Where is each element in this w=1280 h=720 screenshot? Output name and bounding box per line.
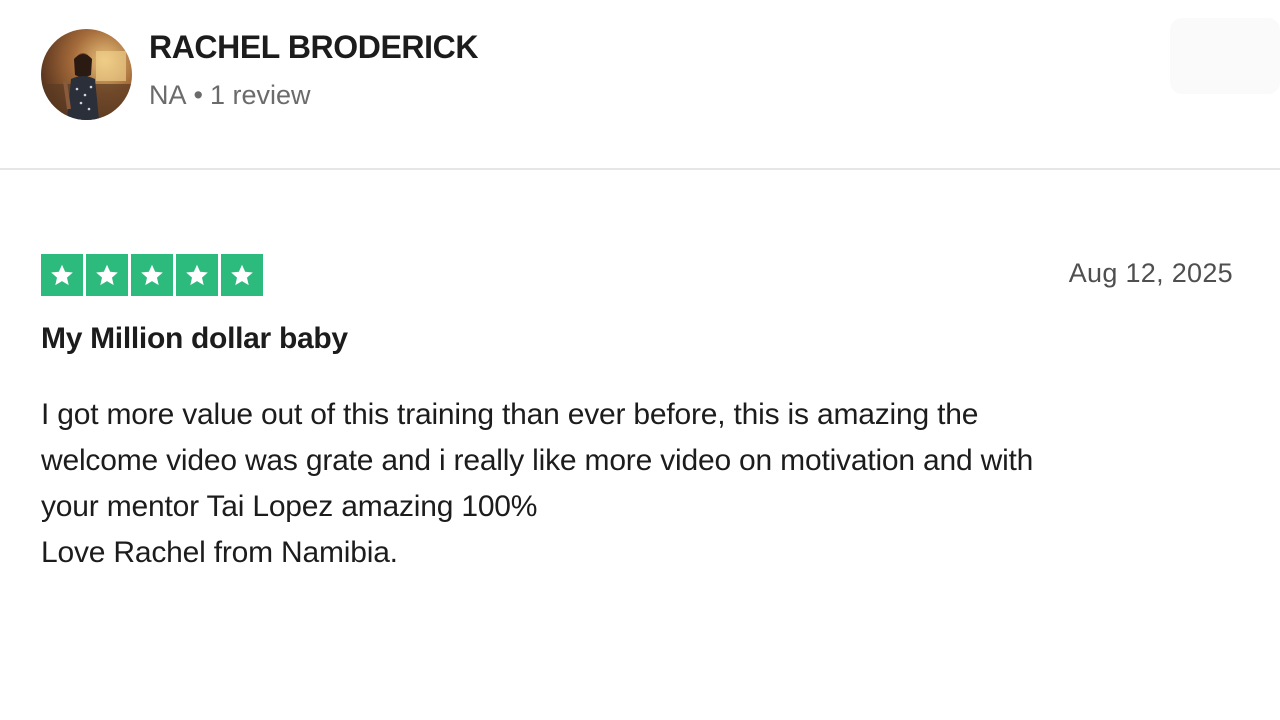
review-body-line: I got more value out of this training th… — [41, 398, 979, 431]
meta-separator: • — [193, 80, 203, 110]
star-icon — [131, 254, 173, 296]
star-icon — [176, 254, 218, 296]
reviewer-name[interactable]: RACHEL BRODERICK — [149, 28, 478, 66]
user-photo-avatar-icon — [41, 29, 132, 120]
star-icon — [86, 254, 128, 296]
review-card: RACHEL BRODERICK NA • 1 review Aug 12, 202… — [0, 0, 1280, 720]
reviewer-review-count[interactable]: 1 review — [210, 80, 311, 110]
review-body-line: your mentor Tai Lopez amazing 100% — [41, 490, 538, 523]
review-title: My Million dollar baby — [41, 322, 348, 355]
star-icon — [41, 254, 83, 296]
star-icon — [221, 254, 263, 296]
reviewer-meta: NA • 1 review — [149, 78, 311, 112]
header-action-area[interactable] — [1170, 18, 1280, 94]
review-body: I got more value out of this training th… — [41, 392, 1241, 576]
review-body-line: Love Rachel from Namibia. — [41, 536, 398, 569]
reviewer-header: RACHEL BRODERICK NA • 1 review — [0, 0, 1280, 170]
star-rating — [41, 254, 263, 296]
review-date: Aug 12, 2025 — [1068, 258, 1233, 288]
reviewer-country: NA — [149, 80, 187, 110]
review-body-line: welcome video was grate and i really lik… — [41, 444, 1034, 477]
reviewer-avatar[interactable] — [41, 29, 132, 120]
